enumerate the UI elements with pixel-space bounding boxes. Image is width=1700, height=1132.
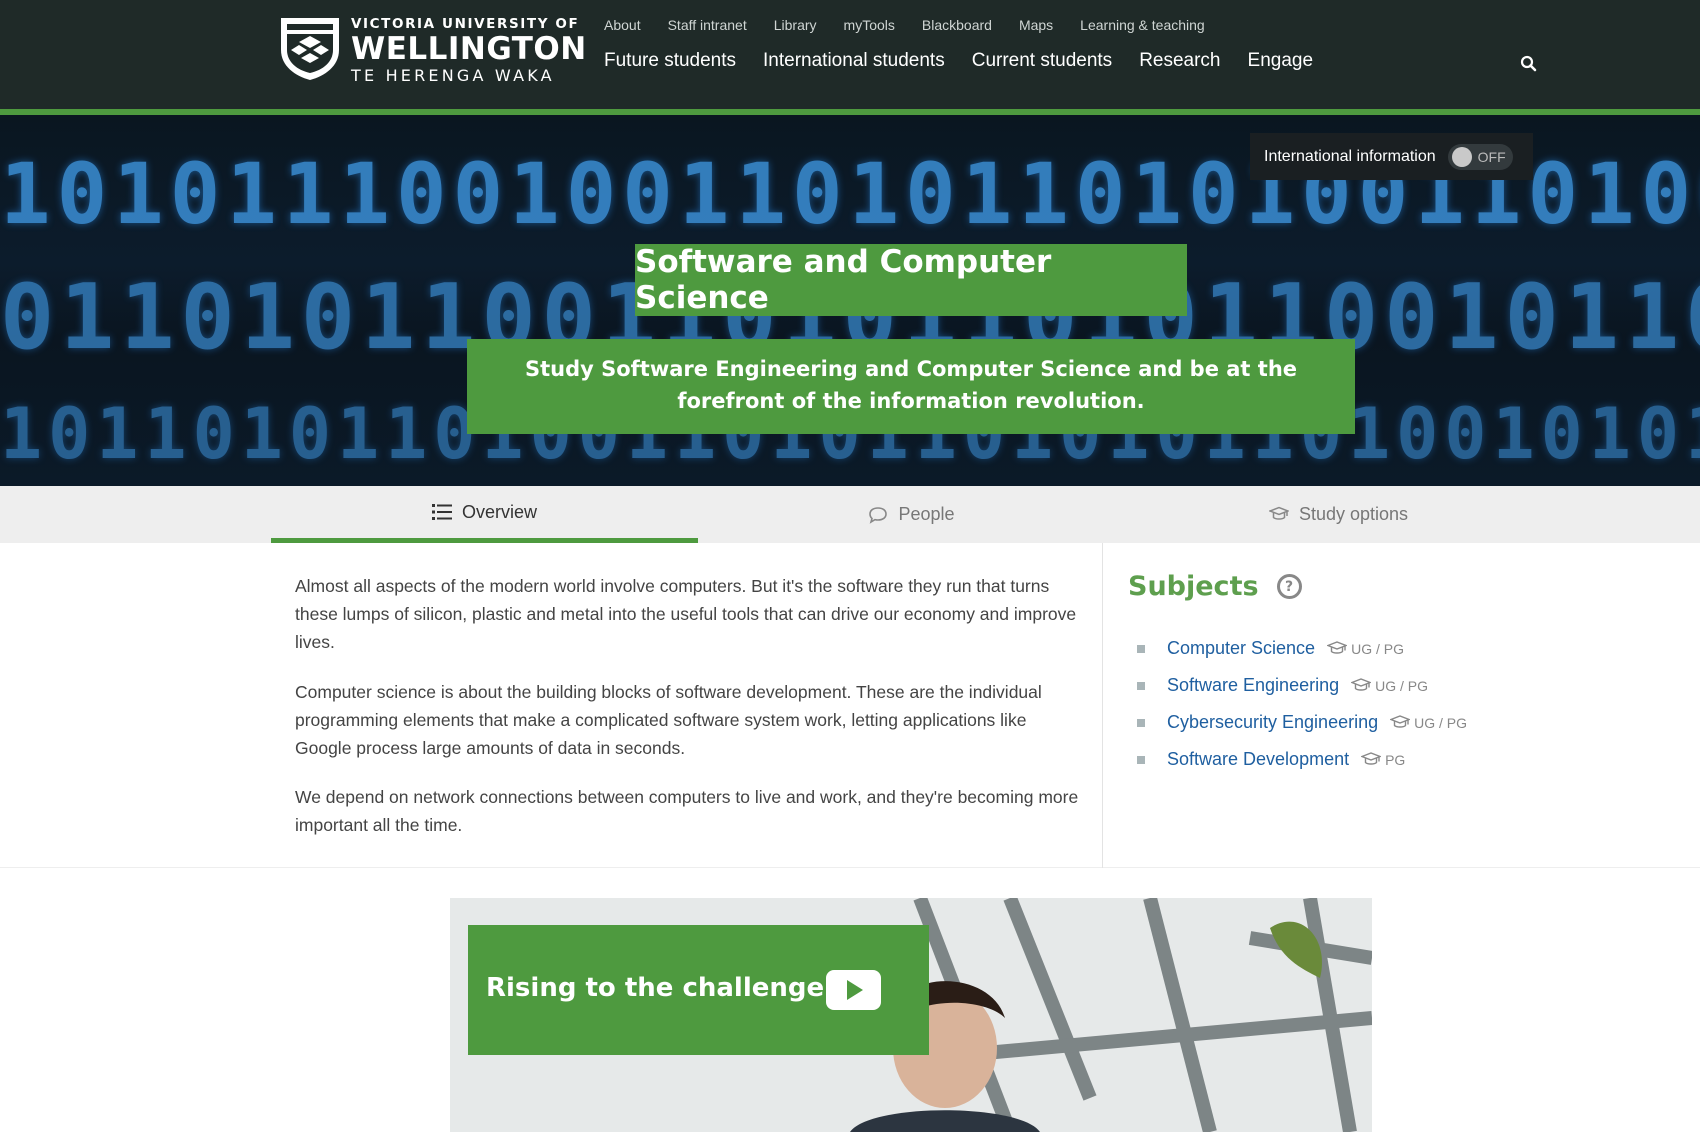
list-item: Cybersecurity Engineering UG / PG [1137,704,1467,741]
nav-research[interactable]: Research [1139,50,1220,72]
page-title: Software and Computer Science [635,244,1187,316]
shield-logo-icon [281,18,339,80]
utility-link-mytools[interactable]: myTools [844,17,895,33]
list-item: Software Development PG [1137,741,1467,778]
study-levels: PG [1385,751,1406,768]
logo-line1: VICTORIA UNIVERSITY OF [351,16,580,32]
tab-people[interactable]: People [698,486,1125,543]
subject-link-computer-science[interactable]: Computer Science [1167,638,1315,659]
study-levels: UG / PG [1414,714,1468,731]
utility-nav: About Staff intranet Library myTools Bla… [604,17,1205,33]
study-levels: UG / PG [1375,677,1429,694]
logo-line3: TE HERENGA WAKA [351,66,555,85]
tab-study-options-label: Study options [1298,504,1409,524]
site-header: VICTORIA UNIVERSITY OF WELLINGTON TE HER… [0,0,1700,109]
toggle-knob [1451,146,1472,167]
toggle-switch[interactable]: OFF [1447,143,1513,170]
video-section[interactable]: Rising to the challenge [450,898,1372,1132]
toggle-state: OFF [1477,148,1506,165]
utility-link-about[interactable]: About [604,17,641,33]
list-item: Software Engineering UG / PG [1137,667,1467,704]
subject-link-cybersecurity-engineering[interactable]: Cybersecurity Engineering [1167,712,1378,733]
utility-link-maps[interactable]: Maps [1019,17,1053,33]
search-icon[interactable] [1518,53,1540,75]
nav-current-students[interactable]: Current students [972,50,1112,72]
main-nav: Future students International students C… [604,50,1313,72]
overview-paragraph-2: Computer science is about the building b… [295,682,1042,758]
tab-study-options[interactable]: Study options [1125,486,1552,543]
video-title: Rising to the challenge [486,973,825,1003]
speech-bubble-icon [869,506,888,524]
nav-future-students[interactable]: Future students [604,50,736,72]
graduation-cap-icon [1351,677,1372,691]
tab-bar: Overview People Study options [0,486,1700,543]
tab-overview-label: Overview [461,501,537,522]
international-info-toggle[interactable]: International information OFF [1250,133,1533,180]
subject-list: Computer Science UG / PG Software Engine… [1137,630,1467,778]
nav-international-students[interactable]: International students [763,50,945,72]
nav-engage[interactable]: Engage [1248,50,1314,72]
play-icon [847,980,863,1000]
overview-paragraph-3: We depend on network connections between… [295,787,1079,835]
tab-people-label: People [898,504,955,524]
logo-line2: WELLINGTON [351,31,587,67]
subject-link-software-engineering[interactable]: Software Engineering [1167,675,1339,696]
utility-link-learning-teaching[interactable]: Learning & teaching [1080,17,1205,33]
subjects-heading: Subjects ? [1128,571,1302,602]
tab-overview[interactable]: Overview [271,486,698,543]
international-info-label: International information [1264,147,1436,165]
play-button[interactable] [826,970,881,1010]
overview-paragraph-1: Almost all aspects of the modern world i… [295,576,1077,652]
bullet-icon [1137,755,1145,764]
list-icon [431,504,452,520]
graduation-cap-icon [1268,506,1289,520]
study-levels: UG / PG [1351,640,1404,657]
video-title-card[interactable]: Rising to the challenge [468,925,929,1055]
bullet-icon [1137,681,1145,690]
hero-banner: 101011100100110101101010011010 01101011 0… [0,115,1700,486]
subjects-title: Subjects [1128,571,1259,602]
university-logo[interactable]: VICTORIA UNIVERSITY OF WELLINGTON TE HER… [279,16,587,86]
graduation-cap-icon [1361,751,1382,765]
utility-link-staff-intranet[interactable]: Staff intranet [668,17,747,33]
graduation-cap-icon [1327,640,1348,654]
utility-link-blackboard[interactable]: Blackboard [922,17,992,33]
help-icon[interactable]: ? [1276,574,1302,599]
page-subtitle: Study Software Engineering and Computer … [467,339,1355,434]
utility-link-library[interactable]: Library [774,17,817,33]
graduation-cap-icon [1390,714,1411,728]
subject-link-software-development[interactable]: Software Development [1167,749,1349,770]
column-divider [1102,543,1103,868]
list-item: Computer Science UG / PG [1137,630,1467,667]
bullet-icon [1137,718,1145,727]
bullet-icon [1137,644,1145,653]
